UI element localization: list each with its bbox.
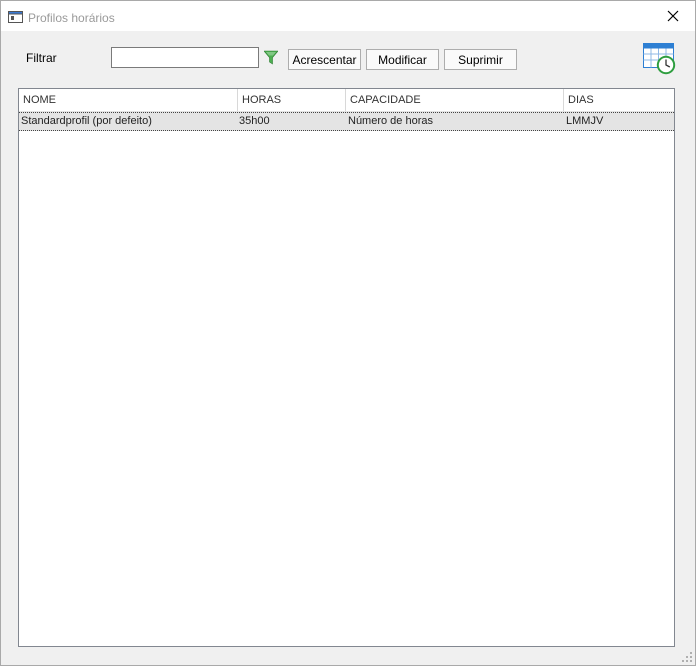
cell-capacidade: Número de horas	[348, 115, 433, 127]
resize-grip-icon[interactable]	[682, 652, 692, 662]
table-header: NOME HORAS CAPACIDADE DIAS	[19, 89, 674, 112]
profile-hours-window: Profilos horários Filtrar Acrescentar Mo…	[0, 0, 696, 666]
column-header-dias[interactable]: DIAS	[564, 89, 674, 111]
funnel-filter-icon[interactable]	[264, 50, 278, 66]
filter-input[interactable]	[111, 47, 259, 68]
window-title: Profilos horários	[28, 11, 115, 25]
column-header-capacidade[interactable]: CAPACIDADE	[346, 89, 564, 111]
filter-label: Filtrar	[26, 51, 57, 65]
delete-button[interactable]: Suprimir	[444, 49, 517, 70]
calendar-clock-icon[interactable]	[643, 43, 677, 75]
add-button[interactable]: Acrescentar	[288, 49, 361, 70]
cell-dias: LMMJV	[566, 115, 604, 127]
column-header-horas[interactable]: HORAS	[238, 89, 346, 111]
modify-button[interactable]: Modificar	[366, 49, 439, 70]
cell-nome: Standardprofil (por defeito)	[21, 115, 152, 127]
title-bar[interactable]: Profilos horários	[1, 1, 695, 31]
profiles-table[interactable]: NOME HORAS CAPACIDADE DIAS Standardprofi…	[18, 88, 675, 647]
cell-horas: 35h00	[239, 115, 270, 127]
table-row[interactable]: Standardprofil (por defeito) 35h00 Númer…	[19, 112, 674, 131]
window-app-icon	[8, 11, 23, 23]
column-header-nome[interactable]: NOME	[19, 89, 238, 111]
close-button[interactable]	[651, 1, 695, 31]
close-icon	[667, 10, 679, 22]
